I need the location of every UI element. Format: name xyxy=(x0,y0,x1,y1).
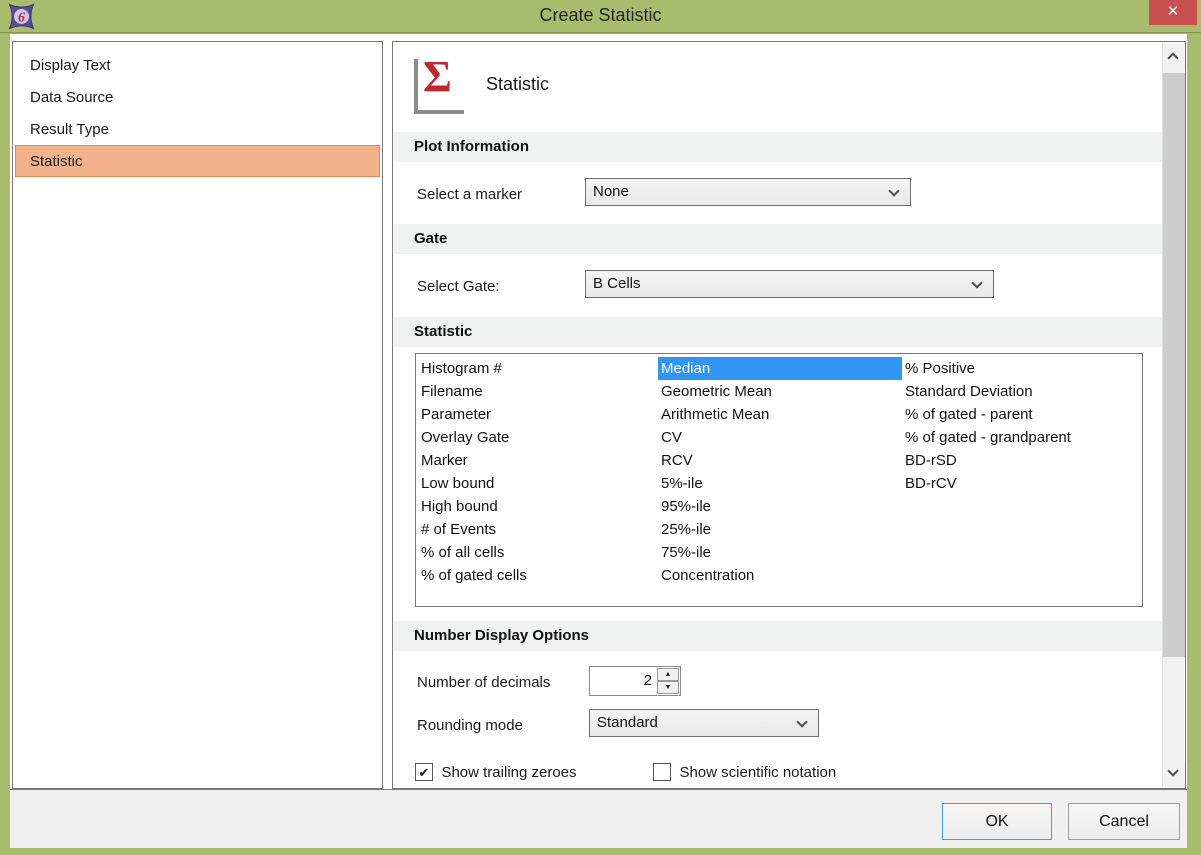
statistic-list-column-1: Histogram #FilenameParameterOverlay Gate… xyxy=(418,357,658,587)
sigma-icon: Σ xyxy=(414,59,464,114)
statistic-list-column-3: % PositiveStandard Deviation% of gated -… xyxy=(902,357,1142,495)
statistic-option[interactable]: % of all cells xyxy=(418,541,658,564)
spinner-up-button[interactable]: ▲ xyxy=(657,668,679,681)
vertical-scrollbar[interactable] xyxy=(1162,43,1184,787)
statistic-option[interactable]: Standard Deviation xyxy=(902,380,1142,403)
statistic-option[interactable]: 75%-ile xyxy=(658,541,902,564)
scroll-down-button[interactable] xyxy=(1163,761,1185,787)
statistic-option[interactable]: BD-rCV xyxy=(902,472,1142,495)
statistic-option[interactable]: Low bound xyxy=(418,472,658,495)
statistic-option[interactable]: 25%-ile xyxy=(658,518,902,541)
scrollbar-thumb[interactable] xyxy=(1163,73,1185,657)
settings-nav-list: Display TextData SourceResult TypeStatis… xyxy=(12,41,383,789)
statistic-list-column-2: MedianGeometric MeanArithmetic MeanCVRCV… xyxy=(658,357,902,587)
statistic-option[interactable]: CV xyxy=(658,426,902,449)
title-bar: 6 Create Statistic ✕ xyxy=(0,0,1201,33)
decimals-value: 2 xyxy=(644,667,652,695)
chevron-down-icon xyxy=(1167,765,1178,776)
show-scientific-notation-label: Show scientific notation xyxy=(679,764,836,781)
sidebar-item-data-source[interactable]: Data Source xyxy=(15,81,380,113)
spinner-down-button[interactable]: ▼ xyxy=(657,681,679,694)
sidebar-item-statistic[interactable]: Statistic xyxy=(15,145,380,177)
dialog-footer: OK Cancel xyxy=(10,789,1187,848)
statistic-option[interactable]: % Positive xyxy=(902,357,1142,380)
scroll-up-button[interactable] xyxy=(1163,43,1185,69)
rounding-mode-label: Rounding mode xyxy=(417,717,523,734)
statistic-option[interactable]: Overlay Gate xyxy=(418,426,658,449)
close-button[interactable]: ✕ xyxy=(1149,0,1197,25)
statistic-option[interactable]: # of Events xyxy=(418,518,658,541)
window-title: Create Statistic xyxy=(0,0,1201,33)
sidebar-item-display-text[interactable]: Display Text xyxy=(15,49,380,81)
statistic-option[interactable]: Histogram # xyxy=(418,357,658,380)
show-scientific-notation-checkbox[interactable]: Show scientific notation xyxy=(653,763,836,783)
dialog-client-area: Display TextData SourceResult TypeStatis… xyxy=(10,34,1187,848)
panel-title: Statistic xyxy=(486,74,549,95)
marker-dropdown-value: None xyxy=(593,183,629,200)
statistic-option[interactable]: Geometric Mean xyxy=(658,380,902,403)
statistic-option[interactable]: % of gated cells xyxy=(418,564,658,587)
number-of-decimals-label: Number of decimals xyxy=(417,674,550,691)
rounding-mode-value: Standard xyxy=(597,714,658,731)
statistic-option[interactable]: Marker xyxy=(418,449,658,472)
statistic-option[interactable]: % of gated - parent xyxy=(902,403,1142,426)
statistic-option[interactable]: Filename xyxy=(418,380,658,403)
statistic-option[interactable]: Parameter xyxy=(418,403,658,426)
triangle-down-icon: ▼ xyxy=(665,684,672,691)
create-statistic-dialog: 6 Create Statistic ✕ Display TextData So… xyxy=(0,0,1201,855)
close-icon: ✕ xyxy=(1167,3,1180,20)
statistic-option[interactable]: BD-rSD xyxy=(902,449,1142,472)
cancel-button[interactable]: Cancel xyxy=(1068,803,1180,840)
decimals-spinner[interactable]: 2 ▲ ▼ xyxy=(589,666,681,696)
triangle-up-icon: ▲ xyxy=(665,671,672,678)
sidebar-item-result-type[interactable]: Result Type xyxy=(15,113,380,145)
statistic-option[interactable]: % of gated - grandparent xyxy=(902,426,1142,449)
statistic-option[interactable]: RCV xyxy=(658,449,902,472)
rounding-mode-dropdown[interactable]: Standard xyxy=(589,709,819,737)
statistic-listbox: Histogram #FilenameParameterOverlay Gate… xyxy=(415,353,1143,607)
checkbox-checked-icon: ✔ xyxy=(415,763,433,781)
statistic-option[interactable]: High bound xyxy=(418,495,658,518)
gate-label: Select Gate: xyxy=(417,278,500,295)
marker-dropdown[interactable]: None xyxy=(585,178,911,206)
gate-dropdown[interactable]: B Cells xyxy=(585,270,994,298)
chevron-up-icon xyxy=(1167,52,1178,63)
checkbox-unchecked-icon xyxy=(653,763,671,781)
chevron-down-icon xyxy=(888,185,899,196)
section-header-gate: Gate xyxy=(394,224,1164,254)
show-trailing-zeroes-checkbox[interactable]: ✔ Show trailing zeroes xyxy=(415,763,577,783)
statistic-option[interactable]: 5%-ile xyxy=(658,472,902,495)
statistic-option[interactable]: Median xyxy=(658,357,902,380)
statistic-settings-panel: Σ Statistic Plot Information Select a ma… xyxy=(392,41,1186,789)
section-header-number-display-options: Number Display Options xyxy=(394,621,1164,651)
chevron-down-icon xyxy=(796,716,807,727)
statistic-option[interactable]: Concentration xyxy=(658,564,902,587)
statistic-option[interactable]: 95%-ile xyxy=(658,495,902,518)
chevron-down-icon xyxy=(971,277,982,288)
show-trailing-zeroes-label: Show trailing zeroes xyxy=(441,764,576,781)
marker-label: Select a marker xyxy=(417,186,522,203)
section-header-statistic: Statistic xyxy=(394,317,1164,347)
statistic-option[interactable]: Arithmetic Mean xyxy=(658,403,902,426)
gate-dropdown-value: B Cells xyxy=(593,275,641,292)
ok-button[interactable]: OK xyxy=(942,803,1052,840)
section-header-plot-information: Plot Information xyxy=(394,132,1164,162)
